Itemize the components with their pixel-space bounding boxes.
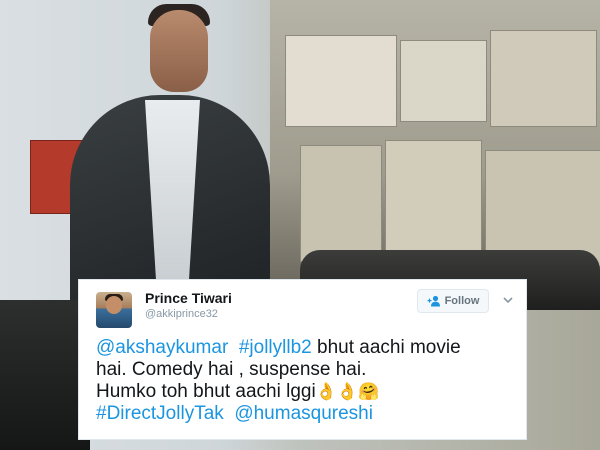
chevron-down-icon[interactable] [501, 293, 515, 307]
tweet-line: #DirectJollyTak @humasqureshi [96, 403, 516, 425]
tweet-line: @akshaykumar #jollyllb2 bhut aachi movie [96, 337, 516, 359]
poster [400, 40, 487, 122]
tweet-line: hai. Comedy hai , suspense hai. [96, 359, 516, 381]
head [150, 10, 208, 92]
poster [490, 30, 597, 127]
poster [385, 140, 482, 267]
tweet-text: @akshaykumar #jollyllb2 bhut aachi movie… [96, 337, 516, 425]
tweet-text-segment [224, 403, 235, 424]
add-person-icon [427, 295, 440, 307]
motorbike-left [0, 300, 90, 450]
author-handle[interactable]: @akkiprince32 [145, 308, 218, 320]
tweet-card: Prince Tiwari @akkiprince32 Follow @aksh… [78, 279, 527, 440]
hashtag-link[interactable]: #jollyllb2 [239, 337, 312, 358]
emoji: 👌👌🤗 [315, 382, 380, 401]
poster [300, 145, 382, 262]
tweet-text-segment: bhut aachi movie [311, 337, 461, 358]
avatar[interactable] [96, 292, 132, 328]
tweet-line: Humko toh bhut aachi lggi👌👌🤗 [96, 381, 516, 403]
follow-label: Follow [444, 295, 480, 307]
follow-button[interactable]: Follow [417, 289, 489, 313]
tweet-text-segment [228, 337, 239, 358]
hashtag-link[interactable]: #DirectJollyTak [96, 403, 224, 424]
mention-link[interactable]: @akshaykumar [96, 337, 228, 358]
tweet-text-segment: hai. Comedy hai , suspense hai. [96, 359, 367, 380]
tweet-text-segment: Humko toh bhut aachi lggi [96, 381, 316, 402]
avatar-face [106, 296, 122, 314]
author-name[interactable]: Prince Tiwari [145, 290, 232, 306]
poster [285, 35, 397, 127]
mention-link[interactable]: @humasqureshi [234, 403, 373, 424]
